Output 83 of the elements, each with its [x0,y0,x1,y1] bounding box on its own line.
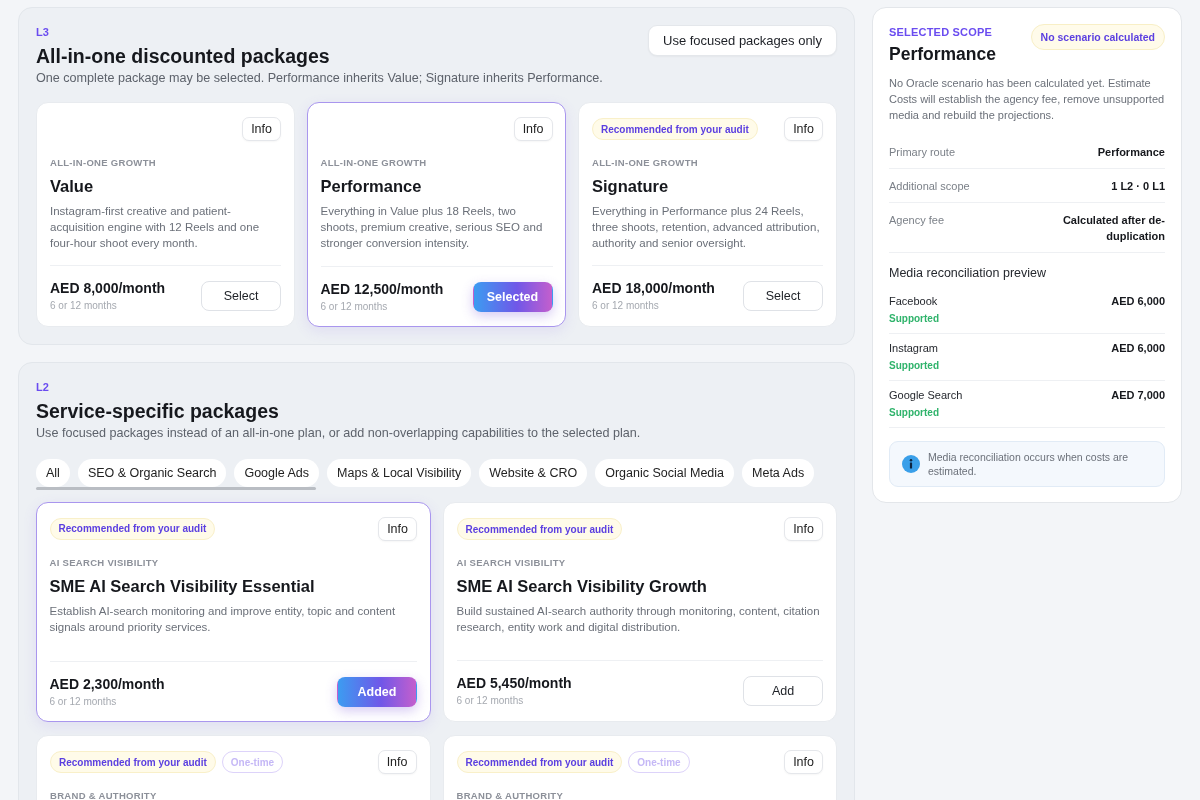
scope-label: SELECTED SCOPE [889,25,994,39]
media-amount: AED 7,000 [1111,388,1165,403]
package-category: AI SEARCH VISIBILITY [49,556,160,569]
package-name: SME AI Search Visibility Growth [456,576,708,597]
filter-tab[interactable]: Website & CRO [479,459,588,487]
package-name: SME AI Search Visibility Essential [49,575,316,597]
media-status: Supported [889,312,939,326]
level-tag: L3 [36,25,330,39]
package-description: Build sustained AI-search authority through monitoring, content, citation research, entity work and digital distribution. [456,604,821,635]
package-name: Signature [592,176,670,197]
recommended-badge: Recommended from your audit [49,517,216,540]
one-time-badge: One-time [221,751,284,773]
section-subtitle: One complete package may be selected. Performance inherits Value; Signature inherits Performance. [36,70,604,86]
contract-term: 6 or 12 months [320,299,389,314]
filter-tab[interactable]: SEO & Organic Search [77,459,227,487]
summary-label: Agency fee [889,212,945,228]
filter-tab[interactable]: Google Ads [234,459,320,487]
info-button[interactable]: Info [378,516,417,541]
contract-term: 6 or 12 months [50,299,118,313]
package-price: AED 12,500/month [320,279,444,298]
media-channel-name: Instagram [889,341,939,356]
summary-value: Calculated after de-duplication [1061,212,1165,244]
select-button[interactable]: Select [743,281,823,311]
package-category: BRAND & AUTHORITY [456,790,565,800]
scope-title: Performance [889,43,996,65]
select-button[interactable]: Select [201,281,281,311]
media-amount: AED 6,000 [1111,294,1165,309]
summary-value: Performance [1097,144,1165,160]
summary-label: Additional scope [889,178,970,194]
info-button[interactable]: Info [513,116,553,141]
section-title: Service-specific packages [36,399,280,423]
note-text: Media reconciliation occurs when costs are estimated. [928,450,1130,478]
package-price: AED 18,000/month [592,279,715,297]
filter-tab[interactable]: Meta Ads [742,459,815,487]
media-status: Supported [889,359,939,373]
recommended-badge: Recommended from your audit [592,118,758,140]
package-price: AED 2,300/month [49,674,165,693]
package-category: ALL-IN-ONE GROWTH [592,157,699,169]
info-button[interactable]: Info [784,117,823,141]
filter-tab[interactable]: Organic Social Media [595,459,735,487]
media-heading: Media reconciliation preview [889,265,1048,281]
tabs-scrollbar[interactable] [36,487,316,490]
summary-label: Primary route [889,144,956,160]
contract-term: 6 or 12 months [456,694,525,708]
package-category: BRAND & AUTHORITY [50,790,158,800]
package-description: Everything in Value plus 18 Reels, two shoots, premium creative, serious SEO and stronger conversion intensity. [320,203,544,251]
package-price: AED 5,450/month [456,674,572,692]
info-button[interactable]: Info [377,750,417,774]
package-name: Value [50,176,95,197]
recommended-badge: Recommended from your audit [456,751,623,773]
filter-tab[interactable]: Maps & Local Visibility [327,459,472,487]
info-icon [902,455,920,473]
package-description: Everything in Performance plus 24 Reels, three shoots, retention, advanced attribution, authority and senior oversight. [592,204,821,251]
filter-tab[interactable]: All [36,459,70,487]
section-title: All-in-one discounted packages [36,44,330,68]
add-button[interactable]: Add [743,676,823,706]
package-name: Performance [320,175,423,197]
media-status: Supported [889,406,940,420]
level-tag: L2 [36,380,837,394]
package-description: Establish AI-search monitoring and improve entity, topic and content signals around priority services. [49,603,397,635]
contract-term: 6 or 12 months [592,299,660,313]
select-button[interactable]: Selected [472,281,553,312]
media-channel-name: Google Search [889,388,963,403]
media-amount: AED 6,000 [1111,341,1165,356]
package-category: ALL-IN-ONE GROWTH [50,157,157,169]
package-description: Instagram-first creative and patient-acquisition engine with 12 Reels and one four-hour shoot every month. [50,204,261,251]
scope-description: No Oracle scenario has been calculated yet. Estimate Costs will establish the agency fee, remove unsupported media and rebuild the projections. [889,76,1165,123]
package-category: ALL-IN-ONE GROWTH [320,156,428,169]
package-price: AED 8,000/month [50,279,166,297]
summary-value: 1 L2 · 0 L1 [1111,178,1165,194]
info-button[interactable]: Info [784,517,823,541]
add-button[interactable]: Added [337,676,417,707]
info-button[interactable]: Info [242,117,281,141]
package-category: AI SEARCH VISIBILITY [456,557,567,569]
focused-only-button[interactable]: Use focused packages only [648,25,837,56]
section-subtitle: Use focused packages instead of an all-in-one plan, or add non-overlapping capabilities to the selected plan. [36,425,642,441]
info-button[interactable]: Info [784,750,823,774]
contract-term: 6 or 12 months [49,694,118,709]
one-time-badge: One-time [628,751,690,773]
recommended-badge: Recommended from your audit [50,751,216,773]
media-channel-name: Facebook [889,294,939,309]
status-badge: No scenario calculated [1030,24,1165,50]
recommended-badge: Recommended from your audit [456,518,623,540]
